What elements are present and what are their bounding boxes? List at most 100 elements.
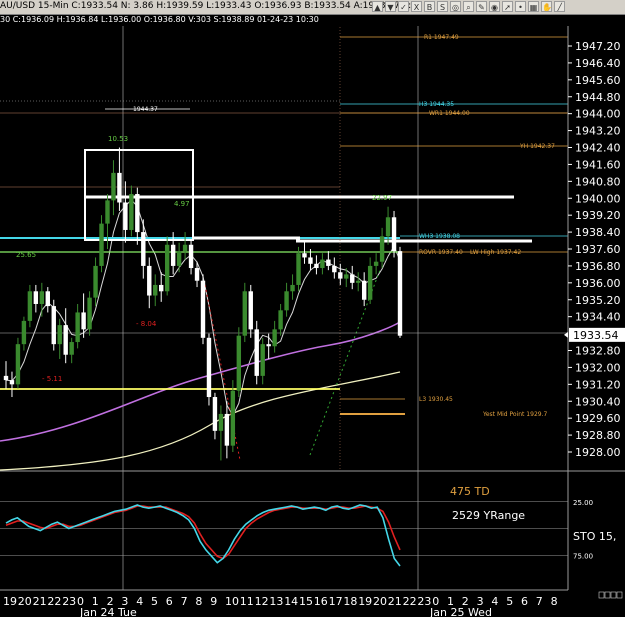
price-label: 1946.40: [575, 57, 621, 70]
price-label: 1931.20: [575, 378, 621, 391]
stochastic-label: STO 15,: [573, 530, 616, 543]
candle-body: [314, 263, 319, 269]
candle-body: [141, 232, 146, 266]
level-label: L3 1930.45: [419, 396, 453, 403]
level-label: ROVR 1937.40: [419, 249, 463, 256]
candle-body: [63, 325, 68, 355]
candle-body: [81, 312, 86, 330]
candle-body: [182, 244, 188, 252]
price-label: 1936.00: [575, 277, 621, 290]
annotation-label: 10.53: [108, 135, 128, 143]
candle-body: [296, 253, 301, 285]
candle-body: [224, 413, 230, 446]
stoch-level-label: 25.00: [573, 499, 593, 507]
candle-body: [3, 375, 9, 381]
candle-body: [397, 251, 403, 336]
annotation-label: - 5.11: [42, 375, 62, 383]
candle-body: [320, 259, 325, 269]
candle-body: [367, 265, 373, 300]
candle-body: [379, 236, 385, 262]
price-label: 1938.40: [575, 226, 621, 239]
yrange-stat: 2529 YRange: [452, 509, 525, 522]
price-label: 1947.20: [575, 40, 621, 53]
candle-body: [123, 202, 128, 230]
candle-body: [218, 413, 224, 431]
candle-body: [111, 172, 116, 201]
zoom-out-icon[interactable]: [616, 591, 623, 599]
hour-label: 6: [166, 595, 173, 608]
level-label: WR1 1944.00: [429, 110, 470, 117]
price-label: 1941.60: [575, 158, 621, 171]
zoom-in-icon[interactable]: [610, 591, 617, 599]
hour-label: 7: [181, 595, 188, 608]
candle-body: [147, 265, 152, 296]
hour-label: 21: [388, 595, 402, 608]
right-arrow-icon[interactable]: [604, 591, 611, 599]
candle-body: [278, 310, 283, 330]
candle-body: [194, 268, 200, 281]
candle-body: [21, 320, 27, 345]
hour-label: 18: [343, 595, 357, 608]
price-label: 1943.20: [575, 125, 621, 138]
hour-label: 8: [551, 595, 558, 608]
candle-body: [284, 291, 289, 311]
candle-body: [200, 280, 206, 338]
level-label: Yest Mid Point 1929.7: [482, 411, 547, 418]
price-label: 1944.00: [575, 108, 621, 121]
candle-body: [27, 291, 33, 321]
candle-body: [212, 397, 218, 431]
level-label: R1 1947.49: [424, 34, 459, 41]
candle-body: [356, 280, 361, 283]
price-label: 1934.40: [575, 311, 621, 324]
candle-body: [206, 337, 212, 398]
price-label: 1932.00: [575, 361, 621, 374]
price-label: 1928.00: [575, 446, 621, 459]
candle-body: [99, 223, 104, 266]
candle-body: [51, 306, 56, 345]
candle-body: [308, 257, 313, 264]
hour-label: 4: [491, 595, 498, 608]
candle-body: [33, 291, 39, 304]
price-label: 1945.60: [575, 74, 621, 87]
left-arrow-icon[interactable]: [598, 591, 605, 599]
candle-body: [164, 244, 170, 292]
date-label: Jan 25 Wed: [429, 606, 492, 617]
candle-body: [361, 280, 367, 300]
chart-grid: [0, 26, 625, 590]
price-label: 1937.60: [575, 243, 621, 256]
candle-body: [15, 344, 21, 385]
hour-label: 22: [47, 595, 61, 608]
candle-body: [344, 274, 349, 279]
hour-label: 13: [269, 595, 283, 608]
hour-label: 8: [195, 595, 202, 608]
candle-body: [391, 217, 397, 252]
price-chart[interactable]: R1 1947.49 H3 1944.35 WR1 1944.00 1944.37 YH…: [0, 0, 625, 617]
stochastic-k-line: [5, 504, 401, 567]
hour-label: 14: [284, 595, 298, 608]
level-label: WH3 1938.08: [419, 233, 460, 240]
candle-body: [260, 344, 265, 376]
candle-body: [159, 284, 164, 292]
price-label: 1935.20: [575, 294, 621, 307]
candle-body: [69, 342, 74, 355]
candle-body: [93, 265, 98, 298]
hour-label: 19: [3, 595, 17, 608]
candle-body: [39, 291, 45, 304]
annotation-label: - 8.04: [136, 320, 157, 328]
hour-label: 9: [210, 595, 217, 608]
price-levels: R1 1947.49 H3 1944.35 WR1 1944.00 1944.37 YH…: [0, 27, 568, 470]
price-label: 1932.80: [575, 345, 621, 358]
level-label: YH 1942.37: [519, 143, 555, 150]
annotation-label: 4.97: [174, 200, 190, 208]
candle-body: [266, 344, 271, 347]
candle-body: [373, 261, 379, 266]
candle-body: [236, 335, 242, 391]
candle-body: [9, 380, 15, 385]
candle-body: [230, 390, 236, 446]
current-price-label: 1933.54: [573, 329, 619, 342]
hour-label: 19: [358, 595, 372, 608]
candle-body: [332, 265, 337, 273]
price-label: 1930.40: [575, 395, 621, 408]
price-label: 1944.80: [575, 91, 621, 104]
stochastic-d-line: [5, 505, 401, 560]
